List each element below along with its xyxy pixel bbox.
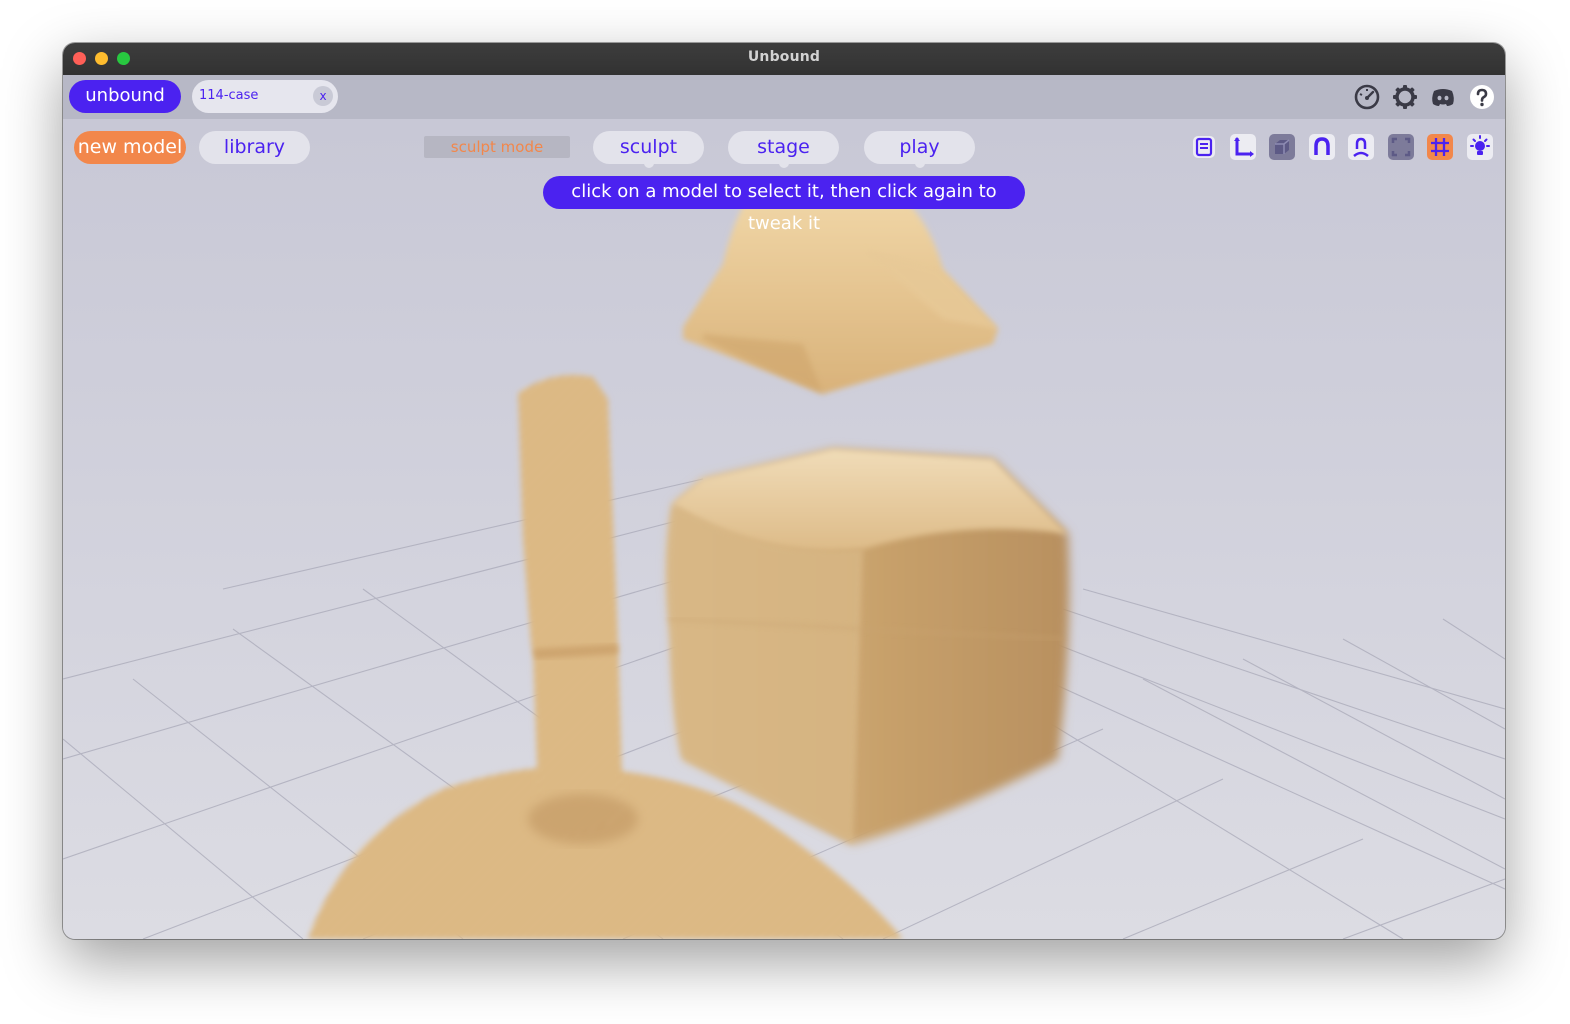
discord-icon[interactable] <box>1429 83 1457 111</box>
window-title: Unbound <box>747 49 821 65</box>
app-home-button[interactable]: unbound <box>69 80 181 113</box>
tab-play-pointer <box>914 161 925 168</box>
document-tab-label: 114-case <box>199 88 259 103</box>
tab-play-label: play <box>899 136 940 158</box>
grid-icon[interactable] <box>1426 133 1454 161</box>
axis-transform-icon[interactable] <box>1229 133 1257 161</box>
mode-indicator: sculpt mode <box>424 136 570 158</box>
hint-tooltip: click on a model to select it, then clic… <box>543 176 1025 234</box>
performance-gauge-icon[interactable] <box>1353 83 1381 111</box>
tab-sculpt[interactable]: sculpt <box>593 131 704 168</box>
tab-sculpt-pointer <box>643 161 654 168</box>
pose-person-icon[interactable] <box>1347 133 1375 161</box>
tab-stage[interactable]: stage <box>728 131 839 168</box>
frame-focus-icon[interactable] <box>1387 133 1415 161</box>
magnet-snap-icon[interactable] <box>1308 133 1336 161</box>
help-icon[interactable] <box>1468 83 1496 111</box>
tab-bar: unbound 114-case x <box>63 75 1505 119</box>
tab-play[interactable]: play <box>864 131 975 168</box>
solid-shading-icon[interactable] <box>1268 133 1296 161</box>
tab-stage-label: stage <box>757 136 810 158</box>
settings-gear-icon[interactable] <box>1391 83 1419 111</box>
cap-model[interactable] <box>683 179 998 394</box>
new-model-button[interactable]: new model <box>74 131 186 164</box>
cube-model[interactable] <box>667 449 1070 844</box>
document-tab[interactable]: 114-case x <box>192 80 338 113</box>
sculpt-viewport[interactable]: new model library sculpt mode sculpt sta… <box>63 119 1505 939</box>
lighting-icon[interactable] <box>1466 133 1494 161</box>
tab-stage-pointer <box>778 161 789 168</box>
tab-sculpt-label: sculpt <box>619 136 678 158</box>
outline-panel-icon[interactable] <box>1190 133 1218 161</box>
scene-canvas[interactable] <box>63 119 1505 939</box>
title-bar: Unbound <box>63 43 1505 76</box>
document-tab-close-button[interactable]: x <box>313 86 333 106</box>
app-window: Unbound unbound 114-case x new model lib… <box>63 43 1505 939</box>
library-button[interactable]: library <box>199 131 310 164</box>
